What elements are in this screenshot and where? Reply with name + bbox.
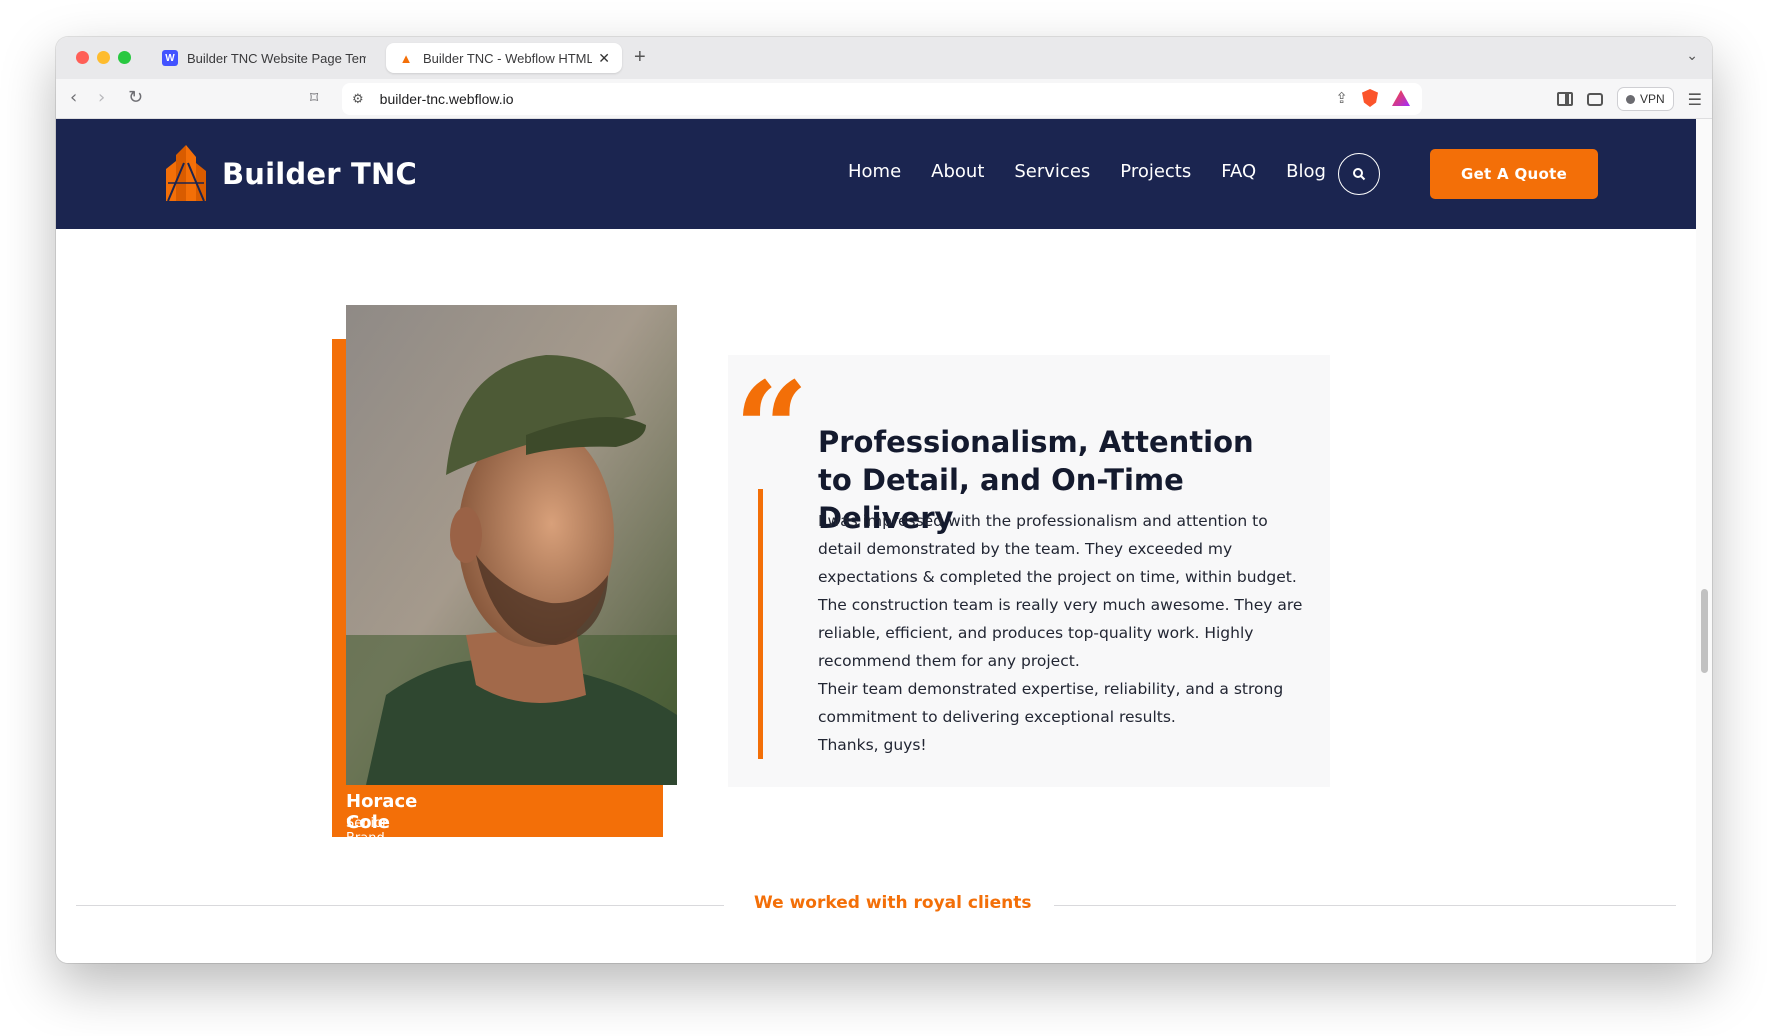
- menu-icon[interactable]: ☰: [1688, 90, 1702, 109]
- wallet-icon[interactable]: [1586, 92, 1603, 106]
- webflow-icon: W: [162, 50, 178, 66]
- site-settings-icon[interactable]: ⚙: [352, 92, 364, 107]
- main-nav: Home About Services Projects FAQ Blog: [848, 161, 1326, 182]
- reload-icon[interactable]: ↻: [128, 87, 143, 109]
- url-text[interactable]: builder-tnc.webflow.io: [380, 91, 514, 107]
- page-scrollbar[interactable]: [1696, 119, 1712, 963]
- get-quote-button[interactable]: Get A Quote: [1430, 149, 1598, 199]
- divider: [76, 905, 724, 906]
- author-role: Senior Brand Specialist: [346, 816, 409, 861]
- nav-services[interactable]: Services: [1014, 161, 1090, 182]
- scrollbar-thumb[interactable]: [1701, 589, 1708, 673]
- close-tab-icon[interactable]: ✕: [598, 50, 610, 67]
- bookmark-icon[interactable]: ⌑: [310, 87, 318, 109]
- nav-about[interactable]: About: [931, 161, 984, 182]
- tab-bar: W Builder TNC Website Page Templ ▲ Build…: [56, 37, 1712, 79]
- browser-toolbar: ‹ › ↻ ⌑ ⚙ builder-tnc.webflow.io ⇪ VPN ☰: [56, 79, 1712, 119]
- author-photo: [346, 305, 677, 785]
- vpn-label: VPN: [1639, 92, 1665, 106]
- testimonial-body: I was impressed with the professionalism…: [818, 507, 1306, 759]
- nav-blog[interactable]: Blog: [1286, 161, 1326, 182]
- new-tab-button[interactable]: +: [634, 46, 646, 69]
- tab-list-chevron-icon[interactable]: ⌄: [1686, 48, 1698, 64]
- close-window-button[interactable]: [76, 51, 89, 64]
- quote-accent-bar: [758, 489, 763, 759]
- builder-logo-icon: ▲: [399, 50, 413, 66]
- search-button[interactable]: [1338, 153, 1380, 195]
- sidebar-toggle-icon[interactable]: [1556, 92, 1573, 106]
- minimize-window-button[interactable]: [97, 51, 110, 64]
- testimonial-paragraph: I was impressed with the professionalism…: [818, 512, 1297, 586]
- divider: [1054, 905, 1676, 906]
- vpn-button[interactable]: VPN: [1616, 87, 1674, 111]
- nav-home[interactable]: Home: [848, 161, 901, 182]
- page-viewport: Builder TNC Home About Services Projects…: [56, 119, 1696, 963]
- share-icon[interactable]: ⇪: [1335, 89, 1348, 107]
- testimonial-paragraph: Thanks, guys!: [818, 736, 927, 754]
- maximize-window-button[interactable]: [118, 51, 131, 64]
- testimonial-paragraph: The construction team is really very muc…: [818, 596, 1303, 670]
- tab-title: Builder TNC Website Page Templ: [187, 50, 366, 66]
- browser-window: W Builder TNC Website Page Templ ▲ Build…: [56, 37, 1712, 963]
- browser-tab-templates[interactable]: W Builder TNC Website Page Templ: [150, 43, 378, 73]
- forward-arrow-icon[interactable]: ›: [98, 87, 105, 109]
- back-arrow-icon[interactable]: ‹: [70, 87, 77, 109]
- quote-mark-icon: “: [734, 353, 809, 506]
- nav-faq[interactable]: FAQ: [1221, 161, 1256, 182]
- browser-tab-active[interactable]: ▲ Builder TNC - Webflow HTML ✕: [386, 43, 622, 73]
- brave-shields-icon[interactable]: [1362, 89, 1378, 107]
- site-header: Builder TNC Home About Services Projects…: [56, 119, 1696, 229]
- brand-name: Builder TNC: [222, 157, 417, 191]
- clients-heading: We worked with royal clients: [754, 893, 1032, 913]
- clients-section-heading: We worked with royal clients: [76, 893, 1676, 917]
- nav-projects[interactable]: Projects: [1120, 161, 1191, 182]
- vpn-status-icon: [1625, 94, 1635, 104]
- testimonial-paragraph: Their team demonstrated expertise, relia…: [818, 680, 1284, 726]
- site-logo[interactable]: Builder TNC: [160, 143, 417, 205]
- tab-title: Builder TNC - Webflow HTML: [423, 50, 593, 66]
- search-icon: [1353, 168, 1366, 181]
- testimonial-quote-card: “ Professionalism, Attention to Detail, …: [728, 355, 1330, 787]
- brave-rewards-icon[interactable]: [1392, 90, 1410, 106]
- builder-logo-icon: [166, 145, 206, 202]
- address-bar[interactable]: ⚙ builder-tnc.webflow.io ⇪: [342, 83, 1422, 115]
